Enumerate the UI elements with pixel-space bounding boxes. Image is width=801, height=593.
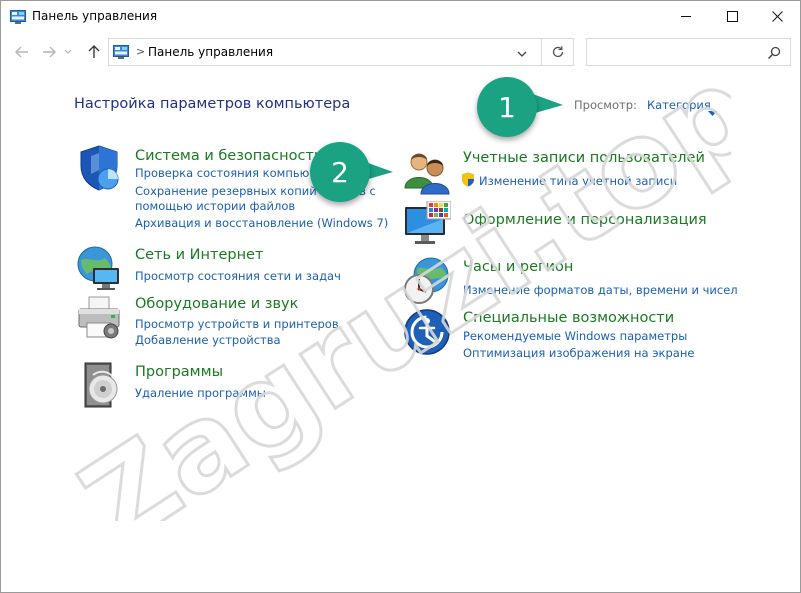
refresh-icon: [552, 46, 564, 58]
users-icon[interactable]: [403, 148, 451, 196]
address-bar[interactable]: > Панель управления: [108, 38, 574, 66]
category-title-hardware[interactable]: Оборудование и звук: [135, 296, 298, 312]
callout-2-number: 2: [331, 155, 349, 189]
appearance-monitor-icon[interactable]: [403, 200, 452, 249]
close-icon: [771, 11, 783, 22]
title-bar: Панель управления: [1, 1, 800, 32]
link-change-account-type[interactable]: Изменение типа учетной записи: [479, 174, 677, 188]
callout-2: 2: [310, 142, 370, 202]
category-user-accounts: Учетные записи пользователей Изменение т…: [403, 148, 743, 196]
printer-icon[interactable]: [75, 293, 123, 341]
category-title-access[interactable]: Специальные возможности: [463, 310, 674, 326]
category-hardware-sound: Оборудование и звук Просмотр устройств и…: [75, 293, 375, 349]
search-icon[interactable]: [767, 45, 781, 64]
up-button[interactable]: [83, 42, 105, 62]
control-panel-window: Панель управления > Панель управления На…: [0, 0, 801, 593]
link-add-device[interactable]: Добавление устройства: [135, 333, 281, 347]
forward-button[interactable]: [38, 42, 60, 62]
arrow-left-icon: [15, 46, 28, 58]
view-by-label: Просмотр:: [574, 98, 637, 112]
category-title-clock[interactable]: Часы и регион: [463, 259, 573, 275]
search-input[interactable]: [591, 43, 761, 61]
link-backup-restore[interactable]: Архивация и восстановление (Windows 7): [135, 216, 388, 230]
minimize-button[interactable]: [663, 1, 709, 32]
category-ease-of-access: Специальные возможности Рекомендуемые Wi…: [403, 308, 743, 364]
shield-icon[interactable]: [75, 144, 123, 192]
link-uninstall-program[interactable]: Удаление программы: [135, 386, 266, 400]
search-box[interactable]: [586, 38, 791, 66]
breadcrumb-separator-icon[interactable]: >: [136, 45, 145, 58]
category-programs: Программы Удаление программы: [75, 361, 375, 409]
view-by-dropdown[interactable]: Категория: [647, 98, 711, 112]
address-history-dropdown[interactable]: [516, 45, 528, 64]
category-title-network[interactable]: Сеть и Интернет: [135, 247, 263, 263]
category-title-system[interactable]: Система и безопасность: [135, 148, 322, 164]
link-check-computer-status[interactable]: Проверка состояния компьютера: [135, 166, 337, 180]
window-title: Панель управления: [32, 9, 158, 23]
arrow-right-icon: [43, 46, 56, 58]
maximize-icon: [726, 11, 738, 22]
category-title-programs[interactable]: Программы: [135, 364, 223, 380]
arrow-up-icon: [88, 45, 100, 58]
refresh-button[interactable]: [541, 39, 574, 65]
accessibility-icon[interactable]: [403, 308, 451, 356]
control-panel-location-icon: [113, 44, 129, 63]
network-globe-icon[interactable]: [75, 244, 123, 292]
back-button[interactable]: [11, 42, 33, 62]
callout-1-number: 1: [498, 90, 516, 124]
link-network-status[interactable]: Просмотр состояния сети и задач: [135, 269, 341, 283]
link-change-date-formats[interactable]: Изменение форматов даты, времени и чисел: [463, 283, 738, 297]
link-file-history-backup-cont[interactable]: помощью истории файлов: [135, 199, 295, 213]
callout-1: 1: [477, 77, 537, 137]
page-title: Настройка параметров компьютера: [74, 96, 351, 112]
category-network: Сеть и Интернет Просмотр состояния сети …: [75, 244, 375, 292]
category-appearance: Оформление и персонализация: [403, 200, 743, 249]
caret-down-icon[interactable]: [708, 102, 717, 121]
clock-globe-icon[interactable]: [403, 257, 451, 305]
category-clock-region: Часы и регион Изменение форматов даты, в…: [403, 257, 743, 305]
recent-locations-button[interactable]: [61, 42, 75, 62]
link-devices-printers[interactable]: Просмотр устройств и принтеров: [135, 317, 339, 331]
uac-shield-icon: [461, 172, 475, 191]
category-title-accounts[interactable]: Учетные записи пользователей: [463, 150, 705, 166]
link-optimize-display[interactable]: Оптимизация изображения на экране: [463, 346, 694, 360]
programs-disc-icon[interactable]: [75, 361, 123, 409]
link-recommended-settings[interactable]: Рекомендуемые Windows параметры: [463, 329, 687, 343]
chevron-down-icon: [64, 49, 72, 54]
control-panel-app-icon: [10, 9, 26, 28]
maximize-button[interactable]: [709, 1, 755, 32]
chevron-down-icon: [517, 51, 527, 57]
breadcrumb-location[interactable]: Панель управления: [148, 45, 273, 59]
category-title-appearance[interactable]: Оформление и персонализация: [463, 212, 707, 228]
close-button[interactable]: [754, 1, 800, 32]
minimize-icon: [680, 16, 691, 17]
